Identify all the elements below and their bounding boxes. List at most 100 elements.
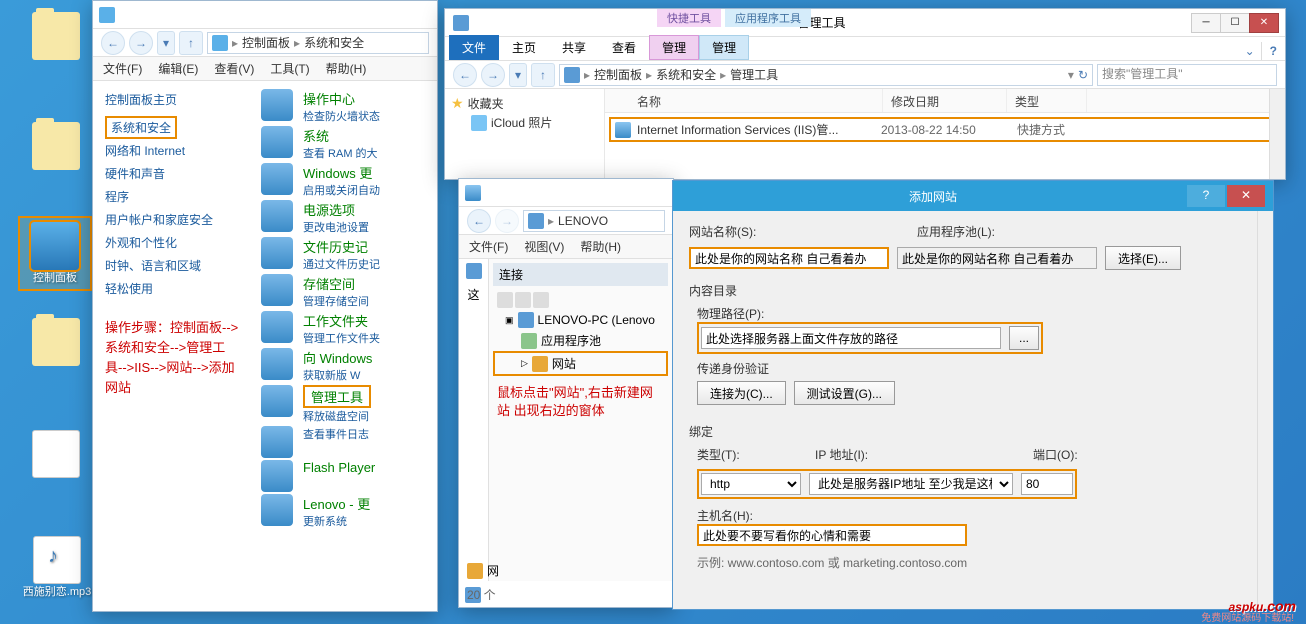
tree-node-apppools[interactable]: 应用程序池 xyxy=(493,330,668,351)
back-button[interactable]: ← xyxy=(453,63,477,87)
window-titlebar[interactable] xyxy=(93,1,437,29)
breadcrumb-item[interactable]: 控制面板 xyxy=(594,66,642,83)
ip-select[interactable]: 此处是服务器IP地址 至少我是这样 xyxy=(809,473,1013,495)
category-item[interactable]: 管理工具释放磁盘空间 xyxy=(261,385,429,424)
scrollbar[interactable] xyxy=(1269,89,1285,179)
menu-view[interactable]: 查看(V) xyxy=(214,60,254,77)
column-date[interactable]: 修改日期 xyxy=(883,89,1007,112)
menu-view[interactable]: 视图(V) xyxy=(524,238,564,255)
category-item[interactable]: 文件历史记通过文件历史记 xyxy=(261,237,429,272)
ribbon-tab-view[interactable]: 查看 xyxy=(599,35,649,60)
favorites-header[interactable]: ★收藏夹 xyxy=(451,95,598,112)
address-bar[interactable]: ▸ LENOVO xyxy=(523,210,665,232)
physical-path-input[interactable] xyxy=(701,327,1001,349)
category-desc[interactable]: 管理工作文件夹 xyxy=(303,330,380,346)
back-button[interactable]: ← xyxy=(467,209,491,233)
window-titlebar[interactable]: 管理工具 ─ ☐ ✕ xyxy=(445,9,1285,37)
tree-toolbar-icon[interactable] xyxy=(497,292,513,308)
up-button[interactable]: ↑ xyxy=(531,63,555,87)
ribbon-tab-manage1[interactable]: 管理 xyxy=(649,35,699,60)
category-desc[interactable]: 更改电池设置 xyxy=(303,219,369,235)
category-title[interactable]: 存储空间 xyxy=(303,274,369,293)
sidebar-item-hardware[interactable]: 硬件和声音 xyxy=(105,162,241,185)
category-title[interactable]: 操作中心 xyxy=(303,89,380,108)
menu-edit[interactable]: 编辑(E) xyxy=(158,60,198,77)
category-title[interactable]: 电源选项 xyxy=(303,200,369,219)
category-title[interactable]: Windows 更 xyxy=(303,163,380,182)
breadcrumb-item[interactable]: 管理工具 xyxy=(730,66,778,83)
select-apppool-button[interactable]: 选择(E)... xyxy=(1105,246,1181,270)
sidebar-header[interactable]: 控制面板主页 xyxy=(105,91,241,108)
port-input[interactable] xyxy=(1021,473,1073,495)
sidebar-item-programs[interactable]: 程序 xyxy=(105,185,241,208)
expand-ribbon-icon[interactable]: ⌄ xyxy=(1239,42,1261,60)
column-name[interactable]: 名称 xyxy=(629,89,883,112)
category-title[interactable]: 向 Windows xyxy=(303,348,372,367)
dialog-titlebar[interactable]: 添加网站 ? ✕ xyxy=(673,181,1273,211)
breadcrumb-item[interactable]: 控制面板 xyxy=(242,34,290,51)
category-title[interactable]: Lenovo - 更 xyxy=(303,494,370,513)
desktop-folder[interactable] xyxy=(26,318,86,368)
help-icon[interactable]: ? xyxy=(1261,42,1285,60)
address-bar[interactable]: ▸ 控制面板 ▸ 系统和安全 xyxy=(207,32,429,54)
minimize-button[interactable]: ─ xyxy=(1191,13,1221,33)
tree-node-server[interactable]: ▣LENOVO-PC (Lenovo xyxy=(493,310,668,330)
ribbon-tab-file[interactable]: 文件 xyxy=(449,35,499,60)
forward-button[interactable]: → xyxy=(129,31,153,55)
desktop-audio-file[interactable]: ♪ 西施别恋.mp3 xyxy=(22,536,92,599)
category-desc[interactable]: 检查防火墙状态 xyxy=(303,108,380,124)
refresh-icon[interactable]: ↻ xyxy=(1078,68,1088,82)
sidebar-item-appearance[interactable]: 外观和个性化 xyxy=(105,231,241,254)
category-item[interactable]: 电源选项更改电池设置 xyxy=(261,200,429,235)
ribbon-tab-home[interactable]: 主页 xyxy=(499,35,549,60)
sidebar-item-system-security[interactable]: 系统和安全 xyxy=(105,116,177,139)
menu-help[interactable]: 帮助(H) xyxy=(580,238,621,255)
type-select[interactable]: http xyxy=(701,473,801,495)
address-bar[interactable]: ▸ 控制面板 ▸ 系统和安全 ▸ 管理工具 ▾ ↻ xyxy=(559,64,1093,86)
menu-help[interactable]: 帮助(H) xyxy=(326,60,367,77)
sidebar-item-network[interactable]: 网络和 Internet xyxy=(105,139,241,162)
connect-as-button[interactable]: 连接为(C)... xyxy=(697,381,786,405)
host-input[interactable] xyxy=(697,524,967,546)
breadcrumb-item[interactable]: 系统和安全 xyxy=(656,66,716,83)
test-settings-button[interactable]: 测试设置(G)... xyxy=(794,381,895,405)
category-item[interactable]: 系统查看 RAM 的大 xyxy=(261,126,429,161)
category-desc[interactable]: 释放磁盘空间 xyxy=(303,408,371,424)
category-title[interactable]: Flash Player xyxy=(303,460,375,475)
history-dropdown[interactable]: ▾ xyxy=(157,31,175,55)
category-title[interactable]: 管理工具 xyxy=(303,385,371,408)
breadcrumb-item[interactable]: 系统和安全 xyxy=(304,34,364,51)
help-button[interactable]: ? xyxy=(1187,185,1225,207)
category-item[interactable]: 查看事件日志 xyxy=(261,426,429,458)
desktop-file[interactable] xyxy=(26,430,86,480)
search-input[interactable]: 搜索"管理工具" xyxy=(1097,64,1277,86)
desktop-control-panel[interactable]: 控制面板 xyxy=(18,216,92,291)
breadcrumb-item[interactable]: LENOVO xyxy=(558,214,608,228)
forward-button[interactable]: → xyxy=(481,63,505,87)
menu-file[interactable]: 文件(F) xyxy=(103,60,142,77)
history-dropdown[interactable]: ▾ xyxy=(509,63,527,87)
ribbon-tab-manage2[interactable]: 管理 xyxy=(699,35,749,60)
category-title[interactable]: 工作文件夹 xyxy=(303,311,380,330)
ribbon-tab-share[interactable]: 共享 xyxy=(549,35,599,60)
back-button[interactable]: ← xyxy=(101,31,125,55)
category-desc[interactable]: 获取新版 W xyxy=(303,367,372,383)
sidebar-item-accounts[interactable]: 用户帐户和家庭安全 xyxy=(105,208,241,231)
site-name-input[interactable] xyxy=(689,247,889,269)
category-item[interactable]: Lenovo - 更更新系统 xyxy=(261,494,429,529)
menu-tools[interactable]: 工具(T) xyxy=(270,60,309,77)
desktop-folder[interactable] xyxy=(26,122,86,172)
window-titlebar[interactable] xyxy=(459,179,673,207)
category-item[interactable]: Windows 更启用或关闭自动 xyxy=(261,163,429,198)
maximize-button[interactable]: ☐ xyxy=(1220,13,1250,33)
category-item[interactable]: 操作中心检查防火墙状态 xyxy=(261,89,429,124)
scrollbar[interactable] xyxy=(1257,211,1273,609)
sidebar-item-ease[interactable]: 轻松使用 xyxy=(105,277,241,300)
category-desc[interactable]: 更新系统 xyxy=(303,513,370,529)
category-item[interactable]: 工作文件夹管理工作文件夹 xyxy=(261,311,429,346)
menu-file[interactable]: 文件(F) xyxy=(469,238,508,255)
column-type[interactable]: 类型 xyxy=(1007,89,1087,112)
category-desc[interactable]: 通过文件历史记 xyxy=(303,256,380,272)
category-desc[interactable]: 启用或关闭自动 xyxy=(303,182,380,198)
browse-button[interactable]: ... xyxy=(1009,326,1039,350)
